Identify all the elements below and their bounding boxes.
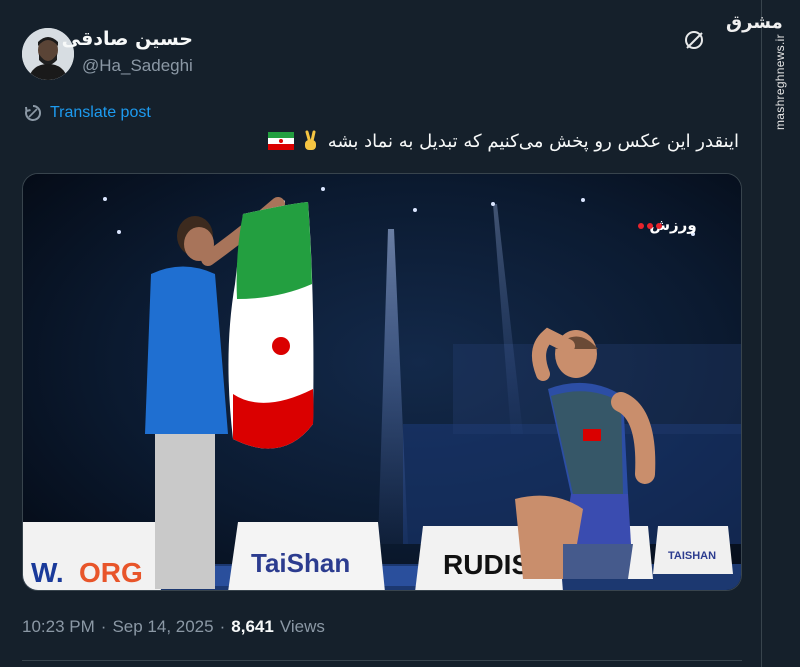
svg-text:ORG: ORG (79, 557, 143, 588)
handle[interactable]: @Ha_Sadeghi (82, 56, 193, 76)
views-count: 8,641 (231, 617, 274, 636)
display-name[interactable]: حسین صادقی (62, 28, 193, 50)
tweet-card: حسین صادقی @Ha_Sadeghi Translate post ای… (0, 0, 762, 667)
victory-hand-icon (304, 130, 316, 150)
svg-text:RUDIS: RUDIS (443, 549, 530, 580)
iran-flag-icon (267, 132, 294, 150)
translate-label: Translate post (50, 104, 151, 121)
svg-text:W.: W. (31, 557, 64, 588)
svg-text:TaiShan: TaiShan (251, 548, 350, 578)
svg-text:TAISHAN: TAISHAN (668, 550, 716, 562)
translate-post-link[interactable]: Translate post (24, 102, 151, 124)
views-label: Views (279, 617, 325, 636)
grok-icon[interactable] (682, 28, 706, 52)
tweet-text: اینقدر این عکس رو پخش می‌کنیم که تبدیل ب… (267, 130, 739, 152)
tweet-date[interactable]: Sep 14, 2025 (112, 617, 213, 637)
tweet-meta: 10:23 PM · Sep 14, 2025 · 8,641 Views (22, 617, 325, 637)
watermark-site: mashreghnews.ir (773, 34, 787, 130)
divider (22, 660, 742, 661)
tweet-text-body: اینقدر این عکس رو پخش می‌کنیم که تبدیل ب… (327, 130, 739, 152)
translate-icon (25, 104, 42, 121)
post-image[interactable]: ورزش W. ORG TaiShan RUDIS EP TAISHAN (22, 173, 742, 591)
tweet-time[interactable]: 10:23 PM (22, 617, 95, 637)
